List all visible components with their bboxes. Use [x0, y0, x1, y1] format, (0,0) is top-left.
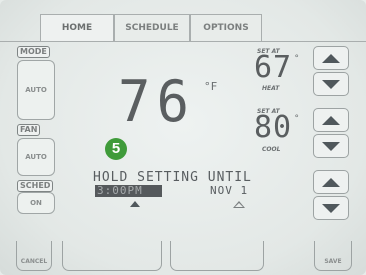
thermostat-screen: HOME SCHEDULE OPTIONS MODE AUTO FAN AUTO… [0, 0, 366, 275]
date-selector-icon [233, 201, 245, 208]
blank-button-1[interactable] [62, 241, 162, 271]
heat-up-button[interactable] [313, 46, 349, 70]
cool-unit: ° [294, 114, 300, 124]
time-down-button[interactable] [313, 196, 349, 220]
temperature-unit: °F [204, 80, 218, 93]
cool-mode-label: COOL [262, 146, 281, 153]
fan-label: FAN [17, 124, 41, 136]
hold-time[interactable]: 3:00PM [97, 184, 143, 197]
heat-mode-label: HEAT [262, 85, 280, 92]
fan-button[interactable]: AUTO [17, 138, 55, 176]
current-temperature: 76 [118, 68, 196, 135]
time-up-button[interactable] [313, 170, 349, 194]
tab-options[interactable]: OPTIONS [190, 14, 262, 41]
sched-value: ON [30, 199, 42, 207]
mode-button[interactable]: AUTO [17, 60, 55, 120]
tab-home[interactable]: HOME [40, 14, 114, 41]
heat-unit: ° [294, 54, 300, 64]
mode-value: AUTO [25, 86, 47, 94]
down-arrow-icon [322, 79, 340, 89]
hold-setting-text: HOLD SETTING UNTIL [93, 170, 252, 185]
mode-label: MODE [17, 46, 50, 58]
time-selector-icon [130, 201, 140, 207]
sched-button[interactable]: ON [17, 192, 55, 214]
hold-date[interactable]: NOV 1 [210, 184, 248, 197]
save-label: SAVE [324, 258, 342, 265]
step-number-badge: 5 [105, 138, 127, 160]
fan-value: AUTO [25, 153, 47, 161]
down-arrow-icon [322, 141, 340, 151]
up-arrow-icon [322, 177, 340, 187]
cancel-button[interactable]: CANCEL [16, 241, 52, 271]
heat-setpoint: 67 [254, 50, 293, 85]
cool-up-button[interactable] [313, 108, 349, 132]
cancel-label: CANCEL [20, 258, 48, 265]
heat-down-button[interactable] [313, 72, 349, 96]
tab-underline [0, 41, 366, 42]
down-arrow-icon [322, 203, 340, 213]
cool-down-button[interactable] [313, 134, 349, 158]
sched-label: SCHED [17, 180, 54, 192]
up-arrow-icon [322, 53, 340, 63]
blank-button-2[interactable] [170, 241, 264, 271]
up-arrow-icon [322, 115, 340, 125]
cool-setpoint: 80 [254, 110, 293, 145]
tab-schedule[interactable]: SCHEDULE [114, 14, 190, 41]
save-button[interactable]: SAVE [314, 241, 352, 271]
